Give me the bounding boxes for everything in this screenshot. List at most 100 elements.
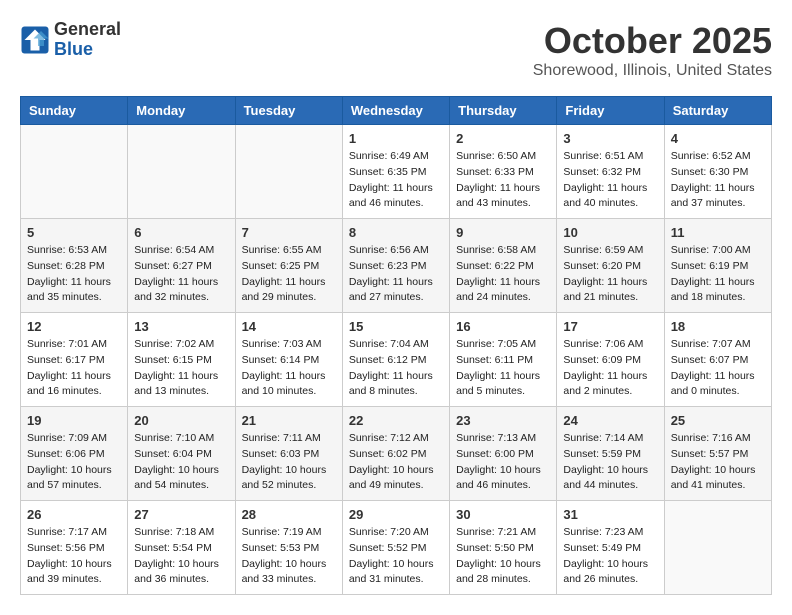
- calendar-cell: 13 Sunrise: 7:02 AM Sunset: 6:15 PM Dayli…: [128, 313, 235, 407]
- calendar-cell: 26 Sunrise: 7:17 AM Sunset: 5:56 PM Dayli…: [21, 501, 128, 595]
- day-info: Sunrise: 7:21 AM Sunset: 5:50 PM Dayligh…: [456, 525, 550, 588]
- day-info: Sunrise: 6:56 AM Sunset: 6:23 PM Dayligh…: [349, 243, 443, 306]
- day-info: Sunrise: 7:01 AM Sunset: 6:17 PM Dayligh…: [27, 337, 121, 400]
- calendar-cell: 17Sunrise: 7:06 AM Sunset: 6:09 PM Dayli…: [557, 313, 664, 407]
- calendar-cell: [664, 501, 771, 595]
- day-number: 26: [27, 507, 121, 522]
- calendar-cell: 9 Sunrise: 6:58 AM Sunset: 6:22 PM Daylig…: [450, 219, 557, 313]
- logo-blue: Blue: [54, 40, 121, 60]
- location: Shorewood, Illinois, United States: [533, 62, 772, 80]
- day-info: Sunrise: 7:14 AM Sunset: 5:59 PM Dayligh…: [563, 431, 657, 494]
- day-number: 18: [671, 319, 765, 334]
- calendar-cell: 18 Sunrise: 7:07 AM Sunset: 6:07 PM Dayli…: [664, 313, 771, 407]
- day-number: 25: [671, 413, 765, 428]
- calendar-cell: 1Sunrise: 6:49 AM Sunset: 6:35 PM Daylig…: [342, 125, 449, 219]
- day-number: 2: [456, 131, 550, 146]
- calendar-week-5: 26 Sunrise: 7:17 AM Sunset: 5:56 PM Dayli…: [21, 501, 772, 595]
- day-info: Sunrise: 7:09 AM Sunset: 6:06 PM Dayligh…: [27, 431, 121, 494]
- day-info: Sunrise: 7:11 AM Sunset: 6:03 PM Dayligh…: [242, 431, 336, 494]
- day-number: 6: [134, 225, 228, 240]
- day-info: Sunrise: 6:54 AM Sunset: 6:27 PM Dayligh…: [134, 243, 228, 306]
- day-info: Sunrise: 7:07 AM Sunset: 6:07 PM Dayligh…: [671, 337, 765, 400]
- day-info: Sunrise: 6:51 AM Sunset: 6:32 PM Dayligh…: [563, 149, 657, 212]
- calendar-cell: 23Sunrise: 7:13 AM Sunset: 6:00 PM Dayli…: [450, 407, 557, 501]
- day-number: 31: [563, 507, 657, 522]
- calendar-cell: 2 Sunrise: 6:50 AM Sunset: 6:33 PM Daylig…: [450, 125, 557, 219]
- day-number: 3: [563, 131, 657, 146]
- day-info: Sunrise: 7:00 AM Sunset: 6:19 PM Dayligh…: [671, 243, 765, 306]
- day-info: Sunrise: 7:20 AM Sunset: 5:52 PM Dayligh…: [349, 525, 443, 588]
- day-number: 15: [349, 319, 443, 334]
- day-number: 17: [563, 319, 657, 334]
- page-header: General Blue October 2025 Shorewood, Ill…: [20, 20, 772, 80]
- day-info: Sunrise: 6:55 AM Sunset: 6:25 PM Dayligh…: [242, 243, 336, 306]
- calendar-cell: [128, 125, 235, 219]
- calendar-cell: 19 Sunrise: 7:09 AM Sunset: 6:06 PM Dayli…: [21, 407, 128, 501]
- day-info: Sunrise: 7:04 AM Sunset: 6:12 PM Dayligh…: [349, 337, 443, 400]
- calendar-cell: [235, 125, 342, 219]
- day-info: Sunrise: 7:23 AM Sunset: 5:49 PM Dayligh…: [563, 525, 657, 588]
- weekday-header-thursday: Thursday: [450, 97, 557, 125]
- day-number: 19: [27, 413, 121, 428]
- day-info: Sunrise: 7:12 AM Sunset: 6:02 PM Dayligh…: [349, 431, 443, 494]
- calendar-header: SundayMondayTuesdayWednesdayThursdayFrid…: [21, 97, 772, 125]
- day-number: 12: [27, 319, 121, 334]
- logo-text: General Blue: [54, 20, 121, 60]
- day-number: 29: [349, 507, 443, 522]
- calendar-cell: 30Sunrise: 7:21 AM Sunset: 5:50 PM Dayli…: [450, 501, 557, 595]
- day-number: 21: [242, 413, 336, 428]
- day-info: Sunrise: 7:13 AM Sunset: 6:00 PM Dayligh…: [456, 431, 550, 494]
- day-number: 9: [456, 225, 550, 240]
- logo-general: General: [54, 20, 121, 40]
- calendar-cell: 29 Sunrise: 7:20 AM Sunset: 5:52 PM Dayli…: [342, 501, 449, 595]
- day-info: Sunrise: 7:16 AM Sunset: 5:57 PM Dayligh…: [671, 431, 765, 494]
- day-info: Sunrise: 6:52 AM Sunset: 6:30 PM Dayligh…: [671, 149, 765, 212]
- day-info: Sunrise: 6:59 AM Sunset: 6:20 PM Dayligh…: [563, 243, 657, 306]
- day-info: Sunrise: 7:05 AM Sunset: 6:11 PM Dayligh…: [456, 337, 550, 400]
- logo-icon: [20, 25, 50, 55]
- day-number: 8: [349, 225, 443, 240]
- calendar-cell: 28Sunrise: 7:19 AM Sunset: 5:53 PM Dayli…: [235, 501, 342, 595]
- calendar-cell: 24 Sunrise: 7:14 AM Sunset: 5:59 PM Dayli…: [557, 407, 664, 501]
- logo: General Blue: [20, 20, 121, 60]
- calendar-cell: 12 Sunrise: 7:01 AM Sunset: 6:17 PM Dayli…: [21, 313, 128, 407]
- day-info: Sunrise: 7:10 AM Sunset: 6:04 PM Dayligh…: [134, 431, 228, 494]
- day-number: 1: [349, 131, 443, 146]
- day-number: 13: [134, 319, 228, 334]
- calendar-cell: 5 Sunrise: 6:53 AM Sunset: 6:28 PM Daylig…: [21, 219, 128, 313]
- calendar-cell: [21, 125, 128, 219]
- day-number: 28: [242, 507, 336, 522]
- calendar-cell: 8 Sunrise: 6:56 AM Sunset: 6:23 PM Daylig…: [342, 219, 449, 313]
- day-number: 5: [27, 225, 121, 240]
- weekday-header-monday: Monday: [128, 97, 235, 125]
- title-block: October 2025 Shorewood, Illinois, United…: [533, 20, 772, 80]
- calendar-cell: 7 Sunrise: 6:55 AM Sunset: 6:25 PM Daylig…: [235, 219, 342, 313]
- calendar-cell: 25 Sunrise: 7:16 AM Sunset: 5:57 PM Dayli…: [664, 407, 771, 501]
- calendar-cell: 11 Sunrise: 7:00 AM Sunset: 6:19 PM Dayli…: [664, 219, 771, 313]
- calendar-week-2: 5 Sunrise: 6:53 AM Sunset: 6:28 PM Daylig…: [21, 219, 772, 313]
- day-number: 14: [242, 319, 336, 334]
- weekday-header-saturday: Saturday: [664, 97, 771, 125]
- day-number: 10: [563, 225, 657, 240]
- day-number: 27: [134, 507, 228, 522]
- calendar-body: 1Sunrise: 6:49 AM Sunset: 6:35 PM Daylig…: [21, 125, 772, 595]
- calendar-cell: 14Sunrise: 7:03 AM Sunset: 6:14 PM Dayli…: [235, 313, 342, 407]
- day-number: 7: [242, 225, 336, 240]
- day-info: Sunrise: 6:58 AM Sunset: 6:22 PM Dayligh…: [456, 243, 550, 306]
- day-number: 24: [563, 413, 657, 428]
- calendar-cell: 6 Sunrise: 6:54 AM Sunset: 6:27 PM Daylig…: [128, 219, 235, 313]
- calendar-cell: 21 Sunrise: 7:11 AM Sunset: 6:03 PM Dayli…: [235, 407, 342, 501]
- day-info: Sunrise: 6:53 AM Sunset: 6:28 PM Dayligh…: [27, 243, 121, 306]
- calendar-cell: 4Sunrise: 6:52 AM Sunset: 6:30 PM Daylig…: [664, 125, 771, 219]
- calendar-cell: 3 Sunrise: 6:51 AM Sunset: 6:32 PM Daylig…: [557, 125, 664, 219]
- weekday-header-friday: Friday: [557, 97, 664, 125]
- calendar-cell: 15 Sunrise: 7:04 AM Sunset: 6:12 PM Dayli…: [342, 313, 449, 407]
- calendar-week-4: 19 Sunrise: 7:09 AM Sunset: 6:06 PM Dayli…: [21, 407, 772, 501]
- day-number: 11: [671, 225, 765, 240]
- day-info: Sunrise: 6:50 AM Sunset: 6:33 PM Dayligh…: [456, 149, 550, 212]
- calendar-week-1: 1Sunrise: 6:49 AM Sunset: 6:35 PM Daylig…: [21, 125, 772, 219]
- day-info: Sunrise: 7:17 AM Sunset: 5:56 PM Dayligh…: [27, 525, 121, 588]
- calendar-cell: 31 Sunrise: 7:23 AM Sunset: 5:49 PM Dayli…: [557, 501, 664, 595]
- day-info: Sunrise: 7:02 AM Sunset: 6:15 PM Dayligh…: [134, 337, 228, 400]
- day-number: 22: [349, 413, 443, 428]
